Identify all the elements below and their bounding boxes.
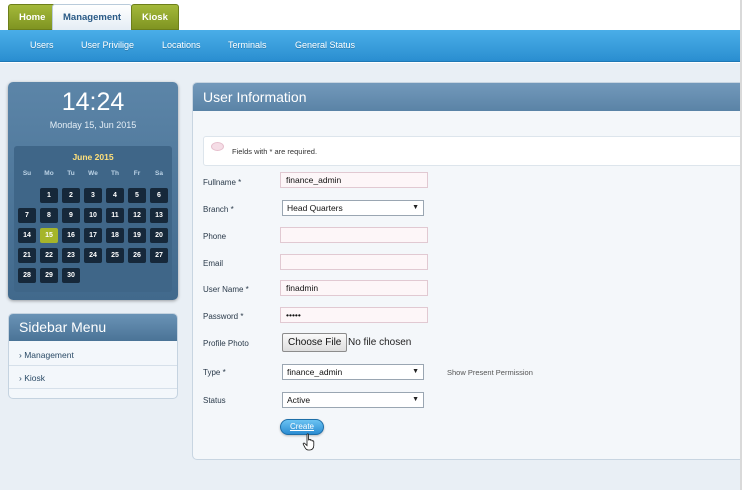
calendar-day-today[interactable]: 15 [40,228,58,243]
show-permission-link[interactable]: Show Present Permission [447,368,533,377]
calendar-day[interactable]: 19 [128,228,146,243]
type-select-value: finance_admin [287,367,343,377]
calendar-day[interactable]: 14 [18,228,36,243]
sidebar-item-label: Management [24,350,74,360]
fullname-label: Fullname * [203,178,242,187]
clock-widget: 14:24 Monday 15, Jun 2015 June 2015 Su Mo… [8,82,178,300]
calendar-day[interactable]: 3 [84,188,102,203]
top-tab-bar: Home Management Kiosk [0,0,742,31]
calendar-day[interactable]: 17 [84,228,102,243]
calendar-month: June 2015 [72,152,114,162]
calendar-day[interactable]: 16 [62,228,80,243]
status-label: Status [203,396,226,405]
subnav-general-status[interactable]: General Status [295,30,355,60]
status-select-value: Active [287,395,311,405]
calendar-day[interactable]: 8 [40,208,58,223]
calendar-day[interactable]: 18 [106,228,124,243]
clock-time: 14:24 [61,88,125,116]
dropdown-arrow-icon: ▼ [412,368,419,375]
branch-select[interactable]: Head Quarters ▼ [282,200,424,216]
subnav-users[interactable]: Users [30,30,54,60]
calendar-day[interactable]: 21 [18,248,36,263]
calendar-day[interactable]: 13 [150,208,168,223]
calendar-day[interactable]: 9 [62,208,80,223]
calendar-weekday: Su [22,170,32,177]
calendar-day[interactable]: 6 [150,188,168,203]
choose-file-button[interactable]: Choose File [282,333,348,352]
type-label: Type * [203,368,226,377]
tab-home[interactable]: Home [8,4,57,30]
branch-select-value: Head Quarters [287,203,343,213]
calendar-day[interactable]: 29 [40,268,58,283]
subnav-user-privilige[interactable]: User Privilige [81,30,134,60]
sidebar-title: Sidebar Menu [9,314,177,341]
status-select[interactable]: Active ▼ [282,392,424,408]
email-label: Email [203,259,224,268]
fullname-input[interactable] [280,172,428,188]
calendar-weekday: Th [111,170,119,177]
sidebar-item-label: Kiosk [24,373,45,383]
calendar-day[interactable]: 5 [128,188,146,203]
file-status: No file chosen [348,337,412,348]
panel-title: User Information [193,83,741,111]
clock-date: Monday 15, Jun 2015 [49,120,137,130]
calendar-weekday: Mo [44,170,54,177]
user-information-panel: User Information Fields with * are requi… [192,82,742,460]
phone-label: Phone [203,232,227,241]
calendar-day[interactable]: 1 [40,188,58,203]
dropdown-arrow-icon: ▼ [412,396,419,403]
sidebar-item-management[interactable]: › Management [9,344,177,366]
username-label: User Name * [203,285,249,294]
branch-label: Branch * [203,205,234,214]
dropdown-arrow-icon: ▼ [412,204,419,211]
calendar-day[interactable]: 27 [150,248,168,263]
phone-input[interactable] [280,227,428,243]
calendar-day[interactable]: 4 [106,188,124,203]
profile-photo-label: Profile Photo [203,339,249,348]
subnav-locations[interactable]: Locations [162,30,201,60]
calendar-day[interactable]: 25 [106,248,124,263]
type-select[interactable]: finance_admin ▼ [282,364,424,380]
tab-kiosk[interactable]: Kiosk [131,4,179,30]
sidebar-menu: Sidebar Menu › Management › Kiosk [8,313,178,399]
info-icon [211,142,224,151]
calendar-day[interactable]: 7 [18,208,36,223]
calendar-day[interactable]: 10 [84,208,102,223]
calendar-day[interactable]: 24 [84,248,102,263]
calendar-day[interactable]: 2 [62,188,80,203]
calendar-weekday: Tu [67,170,75,177]
password-label: Password * [203,312,244,321]
username-input[interactable] [280,280,428,296]
hand-cursor-icon [302,433,315,451]
calendar-day[interactable]: 20 [150,228,168,243]
calendar-weekday: Sa [155,170,163,177]
sub-navigation: Users User Privilige Locations Terminals… [0,30,742,62]
calendar-day[interactable]: 26 [128,248,146,263]
calendar-day[interactable]: 12 [128,208,146,223]
notice-text: Fields with * are required. [232,147,318,156]
tab-management[interactable]: Management [52,4,133,31]
sidebar-item-kiosk[interactable]: › Kiosk [9,367,177,389]
calendar-day[interactable]: 23 [62,248,80,263]
calendar-weekday: We [88,170,98,177]
email-input[interactable] [280,254,428,270]
calendar: June 2015 Su Mo Tu We Th Fr Sa 1 2 3 4 5 6 7 8 9 10 11 12 1… [14,146,172,292]
required-notice: Fields with * are required. [203,136,741,166]
subnav-terminals[interactable]: Terminals [228,30,267,60]
calendar-day[interactable]: 11 [106,208,124,223]
calendar-day[interactable]: 28 [18,268,36,283]
password-input[interactable] [280,307,428,323]
calendar-weekday: Fr [133,170,141,177]
calendar-day[interactable]: 22 [40,248,58,263]
calendar-day[interactable]: 30 [62,268,80,283]
